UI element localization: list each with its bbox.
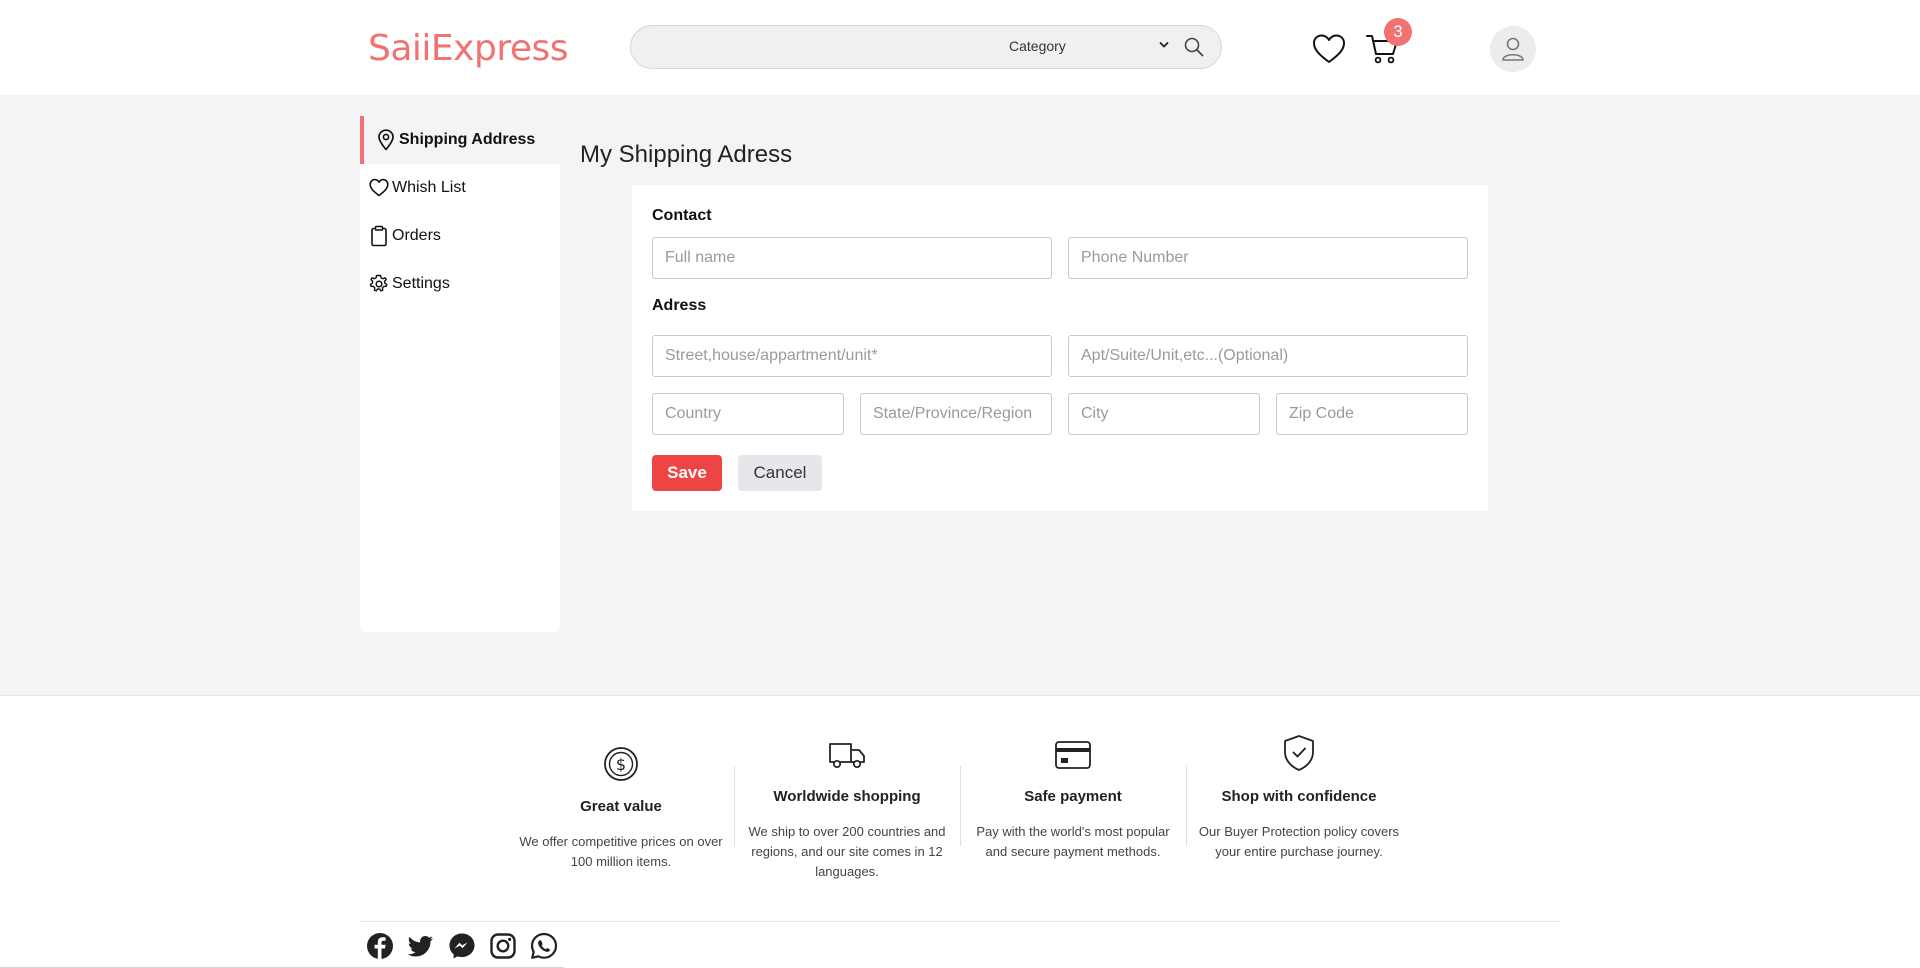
clipboard-icon [371,225,387,247]
sidebar-item-settings[interactable]: Settings [360,260,560,308]
shield-check-icon [1284,735,1314,771]
divider [734,766,735,846]
main-content: Shipping Address Whish List Orders Setti… [0,95,1920,695]
category-select[interactable]: Category [1009,38,1066,54]
sidebar-item-orders[interactable]: Orders [360,212,560,260]
city-field[interactable] [1068,393,1260,435]
country-field[interactable] [652,393,844,435]
avatar[interactable] [1490,26,1536,72]
search-bar [630,25,1222,69]
dollar-coin-icon: $ [604,747,638,781]
credit-card-icon [1055,741,1091,769]
sidebar-item-shipping-address[interactable]: Shipping Address [360,116,560,164]
messenger-icon[interactable] [448,932,476,960]
divider [1186,766,1187,846]
feature-description: Pay with the world's most popular and se… [976,824,1170,859]
feature-title: Safe payment [1024,788,1122,805]
svg-text:$: $ [616,755,626,774]
cancel-button[interactable]: Cancel [738,455,822,491]
account-sidebar: Shipping Address Whish List Orders Setti… [360,116,560,632]
save-button[interactable]: Save [652,455,722,491]
feature-description: We offer competitive prices on over 100 … [519,834,723,869]
feature-title: Shop with confidence [1221,788,1377,805]
user-icon [1502,37,1524,61]
search-icon[interactable] [1183,36,1205,58]
address-section-label: Adress [652,297,707,314]
logo[interactable]: SaiiExpress [368,28,569,69]
gear-icon [369,274,388,292]
contact-section-label: Contact [652,207,712,224]
shipping-address-form: Contact Adress Save Cancel [632,185,1488,511]
feature-description: Our Buyer Protection policy covers your … [1198,824,1400,859]
instagram-icon[interactable] [489,932,517,960]
wishlist-heart-icon[interactable] [1312,33,1346,65]
twitter-icon[interactable] [407,932,435,960]
sidebar-item-label: Settings [392,275,450,292]
header: SaiiExpress Category 3 [0,0,1920,95]
whatsapp-icon[interactable] [530,932,558,960]
sidebar-item-label: Orders [392,227,441,244]
cart-count-badge: 3 [1384,18,1412,46]
facebook-icon[interactable] [366,932,394,960]
divider [960,766,961,846]
feature-title: Worldwide shopping [773,788,921,805]
sidebar-item-wish-list[interactable]: Whish List [360,164,560,212]
truck-icon [829,743,865,769]
street-field[interactable] [652,335,1052,377]
map-pin-icon [378,129,394,151]
footer-divider [360,921,1560,922]
heart-icon [369,178,389,197]
full-name-field[interactable] [652,237,1052,279]
feature-description: We ship to over 200 countries and region… [748,824,946,879]
feature-title: Great value [580,798,662,815]
zip-code-field[interactable] [1276,393,1468,435]
page-title: My Shipping Adress [580,141,793,168]
apt-suite-field[interactable] [1068,335,1468,377]
sidebar-item-label: Whish List [392,179,466,196]
phone-number-field[interactable] [1068,237,1468,279]
state-field[interactable] [860,393,1052,435]
footer: $ Great value We offer competitive price… [0,695,1920,968]
chevron-down-icon[interactable] [1158,39,1170,51]
sidebar-item-label: Shipping Address [399,131,536,148]
